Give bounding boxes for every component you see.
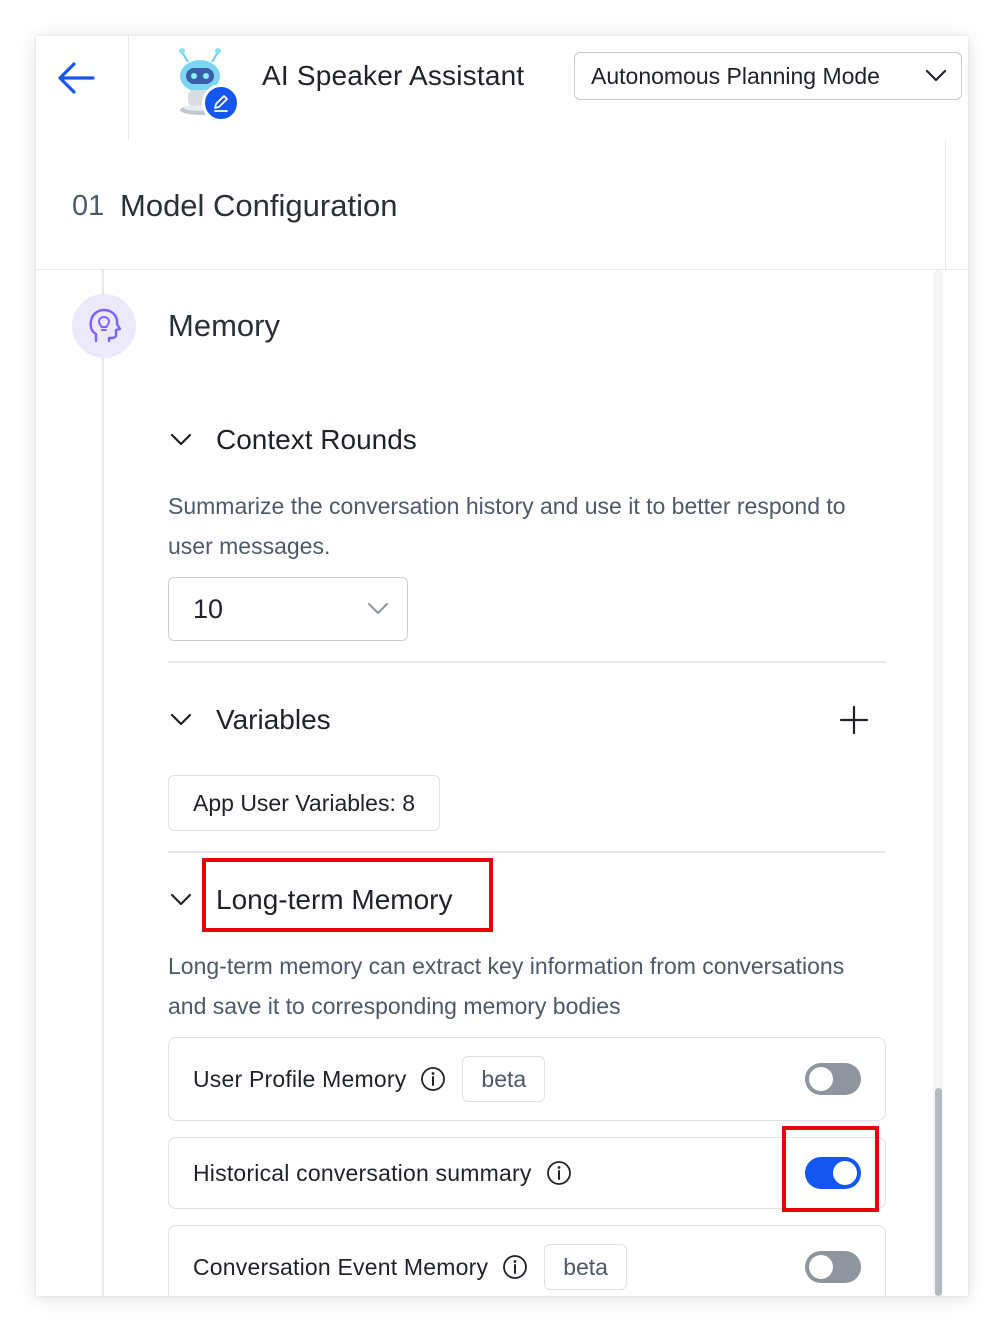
scrollbar-thumb[interactable]	[935, 1088, 942, 1296]
info-icon[interactable]	[546, 1160, 572, 1186]
user-profile-memory-card: User Profile Memory beta	[168, 1037, 886, 1121]
long-term-memory-description: Long-term memory can extract key informa…	[168, 953, 845, 1019]
back-button[interactable]	[54, 56, 98, 100]
variables-title: Variables	[216, 704, 331, 735]
historical-summary-card: Historical conversation summary	[168, 1137, 886, 1209]
context-rounds-select[interactable]: 10	[168, 577, 408, 641]
timeline-line	[102, 270, 104, 1296]
long-term-memory-title: Long-term Memory	[216, 884, 453, 915]
section-header: 01 Model Configuration	[36, 140, 968, 270]
conversation-event-memory-switch[interactable]	[805, 1251, 861, 1283]
chevron-down-icon	[168, 707, 194, 733]
section-title: Model Configuration	[120, 188, 398, 223]
beta-badge: beta	[462, 1056, 546, 1102]
back-arrow-icon	[58, 62, 95, 94]
context-rounds-title: Context Rounds	[216, 424, 417, 455]
app-title: AI Speaker Assistant	[262, 60, 525, 91]
app-user-variables-tag[interactable]: App User Variables: 8	[168, 775, 441, 831]
section-number: 01	[72, 190, 105, 222]
conversation-event-memory-card: Conversation Event Memory beta	[168, 1225, 886, 1296]
app-window: AI Speaker Assistant Autonomous Planning…	[36, 36, 968, 1296]
divider	[168, 851, 886, 853]
chevron-down-icon	[168, 427, 194, 453]
chevron-down-icon	[925, 69, 947, 82]
head-idea-icon	[89, 308, 121, 343]
edit-pencil-icon	[214, 95, 228, 112]
plus-icon	[839, 705, 869, 735]
chevron-down-icon	[168, 887, 194, 913]
variables-toggle[interactable]: Variables	[168, 702, 331, 738]
memory-icon-badge	[72, 294, 136, 358]
edit-avatar-button[interactable]	[202, 84, 240, 122]
app-avatar[interactable]	[170, 46, 242, 122]
memory-item-name: Conversation Event Memory	[193, 1253, 489, 1280]
add-variable-button[interactable]	[836, 702, 872, 738]
top-header: AI Speaker Assistant Autonomous Planning…	[36, 36, 968, 140]
beta-badge: beta	[544, 1244, 627, 1290]
info-icon[interactable]	[420, 1066, 446, 1092]
memory-title: Memory	[168, 308, 280, 343]
long-term-memory-toggle[interactable]: Long-term Memory	[168, 882, 453, 918]
header-divider	[128, 36, 129, 140]
context-rounds-toggle[interactable]: Context Rounds	[168, 422, 417, 458]
info-icon[interactable]	[502, 1254, 528, 1280]
chevron-down-icon	[368, 603, 388, 614]
historical-summary-switch[interactable]	[805, 1157, 861, 1189]
mode-select[interactable]: Autonomous Planning Mode	[574, 52, 962, 100]
divider	[168, 661, 886, 663]
context-rounds-description: Summarize the conversation history and u…	[168, 493, 846, 559]
context-rounds-value: 10	[193, 593, 224, 624]
memory-item-name: Historical conversation summary	[193, 1159, 532, 1186]
user-profile-memory-switch[interactable]	[805, 1063, 861, 1095]
memory-item-name: User Profile Memory	[193, 1065, 407, 1092]
mode-select-value: Autonomous Planning Mode	[591, 62, 880, 89]
memory-panel: Memory Context Rounds Summarize the conv…	[36, 270, 968, 1296]
section-right-border	[945, 140, 946, 270]
